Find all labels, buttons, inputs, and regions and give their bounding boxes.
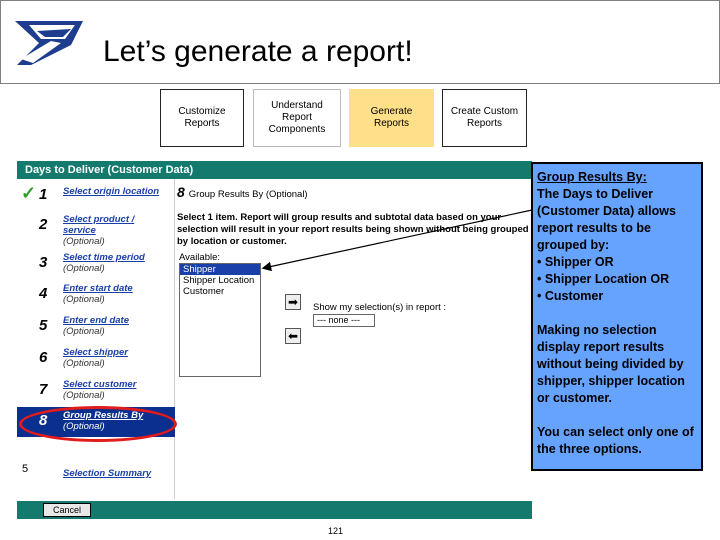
nav-item-product-service[interactable]: 2 Select product / service (Optional) [17,211,175,247]
callout-intro: The Days to Deliver (Customer Data) allo… [537,187,676,252]
nav-optional: (Optional) [63,263,105,274]
nav-item-customer[interactable]: 7 Select customer (Optional) [17,376,175,406]
checkmark-icon: ✓ [21,183,37,203]
nav-link[interactable]: Select time period [63,252,145,263]
list-option-customer[interactable]: Customer [180,286,260,297]
callout-heading: Group Results By: [537,170,647,184]
step-heading: 8 Group Results By (Optional) [177,184,308,200]
step-customize-reports[interactable]: Customize Reports [160,89,244,147]
page-title: Let’s generate a report! [103,35,413,68]
nav-link[interactable]: Select shipper [63,347,128,358]
list-option-shipper-location[interactable]: Shipper Location [180,275,260,286]
nav-item-origin-location[interactable]: ✓ 1 Select origin location [17,181,175,211]
show-selection-field[interactable]: --- none --- [313,314,375,327]
highlight-oval [19,406,177,442]
add-arrow-button[interactable]: ➡ [285,294,301,310]
nav-item-end-date[interactable]: 5 Enter end date (Optional) [17,312,175,342]
explanation-callout: Group Results By: The Days to Deliver (C… [531,162,703,471]
nav-number: 2 [39,216,48,233]
step-generate-reports[interactable]: Generate Reports [349,89,434,147]
nav-optional: (Optional) [63,390,105,401]
nav-number: 6 [39,349,48,366]
callout-paragraph: Making no selection display report resul… [537,323,685,405]
summary-number: 5 [22,463,29,475]
nav-link[interactable]: Select customer [63,379,136,390]
step-number: 8 [177,184,185,200]
nav-item-time-period[interactable]: 3 Select time period (Optional) [17,249,175,279]
nav-optional: (Optional) [63,294,105,305]
step-understand-report-components[interactable]: Understand Report Components [253,89,341,147]
nav-number: 5 [39,317,48,334]
nav-item-start-date[interactable]: 4 Enter start date (Optional) [17,280,175,310]
step-label: Generate Reports [370,106,413,129]
nav-link[interactable]: Select origin location [63,186,159,197]
step-label: Customize Reports [178,106,226,129]
nav-item-shipper[interactable]: 6 Select shipper (Optional) [17,344,175,374]
nav-link[interactable]: Enter start date [63,283,133,294]
nav-number: 7 [39,381,48,398]
callout-paragraph: You can select only one of the three opt… [537,425,694,456]
nav-number: 3 [39,254,48,271]
callout-bullet: • Customer [537,289,604,303]
step-label: Understand Report Components [268,100,326,135]
nav-number: 1 [39,186,48,203]
step-create-custom-reports[interactable]: Create Custom Reports [442,89,527,147]
wizard-nav: ✓ 1 Select origin location 2 Select prod… [17,179,175,499]
show-selection-label: Show my selection(s) in report : [313,302,447,313]
panel-title: Days to Deliver (Customer Data) [17,161,532,179]
step-label: Create Custom Reports [450,106,519,129]
slide-header: Let’s generate a report! [0,0,720,84]
available-label: Available: [179,252,221,263]
instruction-text: Select 1 item. Report will group results… [177,212,529,247]
available-listbox[interactable]: Shipper Shipper Location Customer [179,263,261,377]
nav-optional: (Optional) [63,326,105,337]
nav-optional: (Optional) [63,358,105,369]
nav-item-selection-summary[interactable]: Selection Summary [17,461,175,491]
nav-link[interactable]: Selection Summary [63,468,151,479]
eagle-logo-icon [11,15,87,71]
nav-link[interactable]: Select product / service [63,214,153,236]
page-number: 121 [328,526,344,536]
step-title: Group Results By (Optional) [188,189,308,200]
nav-link[interactable]: Enter end date [63,315,129,326]
cancel-button[interactable]: Cancel [43,503,91,517]
nav-optional: (Optional) [63,236,105,247]
list-option-shipper[interactable]: Shipper [180,264,260,275]
remove-arrow-button[interactable]: ⬅ [285,328,301,344]
callout-bullet: • Shipper OR [537,255,614,269]
bottom-bar [17,501,532,519]
report-wizard-panel: Days to Deliver (Customer Data) ✓ 1 Sele… [17,161,532,519]
nav-number: 4 [39,285,48,302]
callout-bullet: • Shipper Location OR [537,272,670,286]
